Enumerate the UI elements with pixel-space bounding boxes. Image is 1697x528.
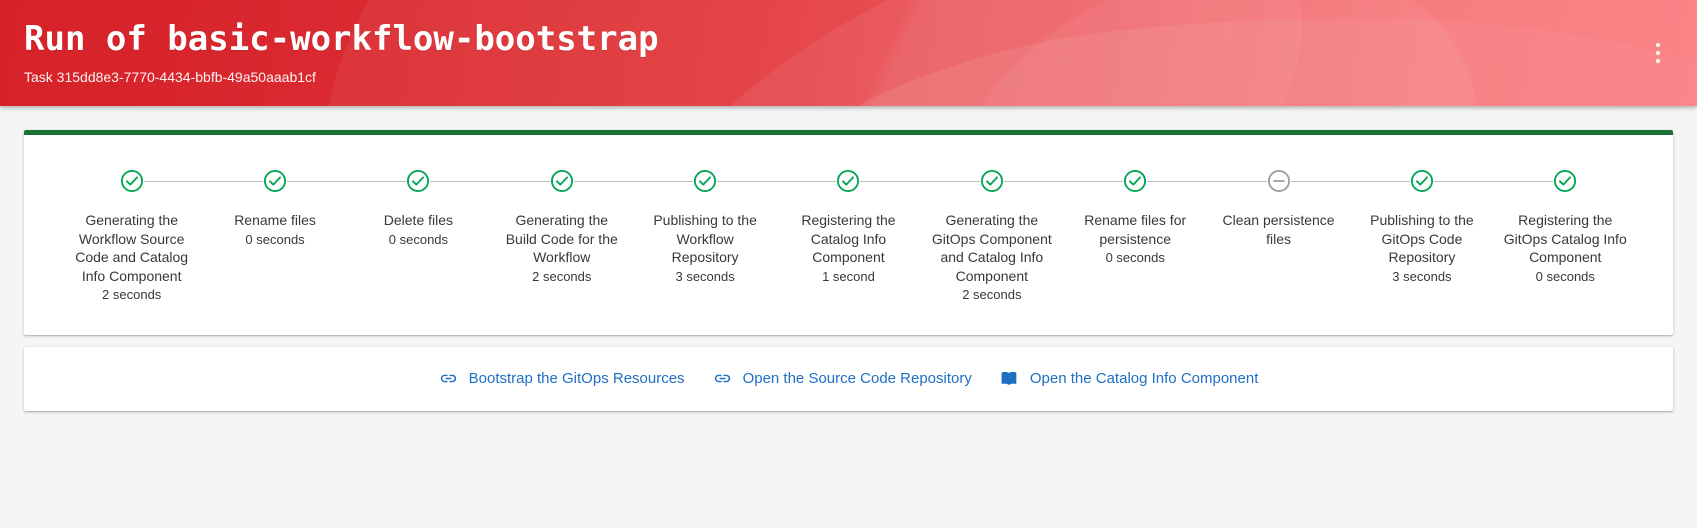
kebab-dot-2 xyxy=(1656,51,1660,55)
kebab-dot-1 xyxy=(1656,43,1660,47)
workflow-link-label: Open the Catalog Info Component xyxy=(1029,369,1259,387)
step-connector-left xyxy=(203,180,264,182)
step-icon-row xyxy=(1350,169,1494,193)
step-connector-right xyxy=(143,180,204,182)
step-icon-row xyxy=(920,169,1064,193)
step-icon-row xyxy=(1206,169,1351,193)
check-circle-icon xyxy=(263,169,287,193)
kebab-dot-3 xyxy=(1656,59,1660,63)
header-text-block: Run of basic-workflow-bootstrap Task 315… xyxy=(0,0,1697,86)
workflow-step[interactable]: Generating the GitOps Component and Cata… xyxy=(920,169,1064,305)
check-circle-icon xyxy=(980,169,1004,193)
step-duration: 2 seconds xyxy=(962,287,1022,302)
step-duration: 3 seconds xyxy=(1392,268,1452,284)
step-duration: 3 seconds xyxy=(675,268,735,284)
step-label: Clean persistence files xyxy=(1222,212,1335,247)
step-connector-right xyxy=(717,180,777,182)
menu-book-icon xyxy=(1000,369,1019,388)
workflow-link-label: Open the Source Code Repository xyxy=(742,369,972,387)
step-connector-left xyxy=(776,180,837,182)
check-circle-icon xyxy=(1553,169,1577,193)
link-chain-icon xyxy=(439,369,458,388)
step-duration: 2 seconds xyxy=(102,287,162,302)
workflow-step[interactable]: Publishing to the GitOps Code Repository… xyxy=(1350,169,1494,286)
step-label: Publishing to the Workflow Repository xyxy=(653,212,757,265)
step-connector-left xyxy=(490,180,550,182)
workflow-link[interactable]: Open the Source Code Repository xyxy=(713,369,972,389)
workflow-links-card: Bootstrap the GitOps Resources Open the S… xyxy=(24,346,1673,411)
step-connector-right xyxy=(1577,181,1637,182)
workflow-step[interactable]: Rename files 0 seconds xyxy=(203,169,347,249)
minus-circle-icon xyxy=(1267,169,1291,193)
step-label: Generating the Build Code for the Workfl… xyxy=(505,212,618,265)
step-icon-row xyxy=(346,169,491,193)
step-duration: 1 second xyxy=(822,268,875,284)
task-id-subtitle: Task 315dd8e3-7770-4434-bbfb-49a50aaab1c… xyxy=(24,69,316,85)
step-duration: 2 seconds xyxy=(532,268,592,284)
step-connector-right xyxy=(573,180,634,182)
step-duration: 0 seconds xyxy=(1105,250,1165,265)
step-label: Rename files xyxy=(234,212,316,228)
step-label: Registering the GitOps Catalog Info Comp… xyxy=(1503,212,1627,265)
step-connector-left xyxy=(1206,180,1267,182)
step-label: Generating the Workflow Source Code and … xyxy=(75,212,189,284)
workflow-step[interactable]: Publishing to the Workflow Repository 3 s… xyxy=(633,169,777,286)
workflow-step[interactable]: Generating the Workflow Source Code and … xyxy=(60,169,204,305)
kebab-vertical-icon[interactable] xyxy=(1637,32,1679,74)
workflow-link[interactable]: Open the Catalog Info Component xyxy=(1000,369,1259,389)
check-circle-icon xyxy=(693,169,717,193)
step-duration: 0 seconds xyxy=(245,231,305,247)
check-circle-icon xyxy=(1123,169,1147,193)
step-connector-right xyxy=(1290,180,1351,182)
workflow-step[interactable]: Registering the Catalog Info Component 1 … xyxy=(776,169,921,286)
page-header: Run of basic-workflow-bootstrap Task 315… xyxy=(0,0,1697,106)
step-connector-left xyxy=(1063,180,1124,182)
step-icon-row xyxy=(776,169,921,193)
step-connector-left xyxy=(920,180,980,182)
step-label: Delete files xyxy=(383,212,454,228)
step-icon-row xyxy=(60,169,204,193)
step-icon-row xyxy=(203,169,347,193)
step-connector-right xyxy=(1003,180,1064,182)
step-connector-right xyxy=(287,180,347,182)
link-chain-icon xyxy=(713,369,732,388)
step-connector-left xyxy=(1350,180,1410,182)
step-duration: 0 seconds xyxy=(1535,268,1595,284)
page-title: Run of basic-workflow-bootstrap xyxy=(24,19,659,59)
workflow-step[interactable]: Registering the GitOps Catalog Info Comp… xyxy=(1493,169,1637,286)
workflow-stepper: Generating the Workflow Source Code and … xyxy=(60,169,1637,305)
step-connector-right xyxy=(860,180,921,182)
check-circle-icon xyxy=(550,169,574,193)
check-circle-icon xyxy=(406,169,430,193)
step-connector-right xyxy=(430,180,491,182)
step-connector-left xyxy=(1493,180,1554,182)
workflow-step[interactable]: Clean persistence files xyxy=(1206,169,1351,248)
step-label: Publishing to the GitOps Code Repository xyxy=(1370,212,1474,265)
step-label: Rename files for persistence xyxy=(1084,212,1187,247)
workflow-step[interactable]: Rename files for persistence 0 seconds xyxy=(1063,169,1207,268)
links-row: Bootstrap the GitOps Resources Open the S… xyxy=(24,347,1673,411)
workflow-steps-card: Generating the Workflow Source Code and … xyxy=(24,130,1673,335)
step-icon-row xyxy=(1493,169,1637,193)
workflow-step[interactable]: Generating the Build Code for the Workfl… xyxy=(490,169,634,286)
step-label: Registering the Catalog Info Component xyxy=(801,212,896,265)
step-connector-left xyxy=(346,180,407,182)
step-connector-left xyxy=(633,180,694,182)
step-duration: 0 seconds xyxy=(388,231,449,247)
step-connector-left xyxy=(60,181,120,182)
workflow-step[interactable]: Delete files 0 seconds xyxy=(346,169,491,249)
stepper-container: Generating the Workflow Source Code and … xyxy=(24,135,1673,335)
step-icon-row xyxy=(1063,169,1207,193)
check-circle-icon xyxy=(1410,169,1434,193)
check-circle-icon xyxy=(120,169,144,193)
workflow-link-label: Bootstrap the GitOps Resources xyxy=(468,369,685,387)
step-icon-row xyxy=(490,169,634,193)
step-icon-row xyxy=(633,169,777,193)
step-label: Generating the GitOps Component and Cata… xyxy=(931,212,1052,284)
step-connector-right xyxy=(1433,180,1494,182)
step-connector-right xyxy=(1147,180,1207,182)
check-circle-icon xyxy=(836,169,860,193)
workflow-link[interactable]: Bootstrap the GitOps Resources xyxy=(439,369,685,389)
